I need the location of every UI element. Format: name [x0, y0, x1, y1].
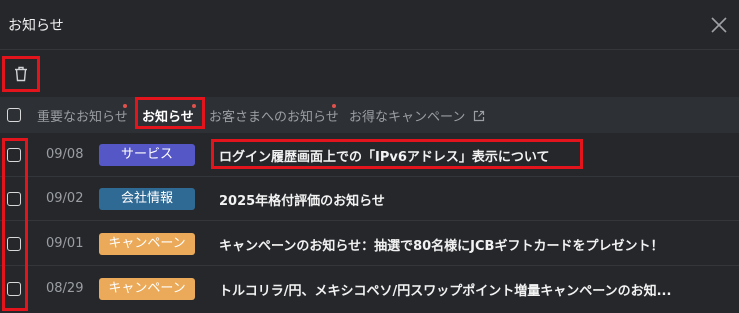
- close-icon: [711, 17, 727, 33]
- checkbox-column-highlight: [2, 138, 28, 311]
- close-button[interactable]: [709, 14, 729, 36]
- category-badge: キャンペーン: [99, 278, 195, 300]
- notice-subject[interactable]: 2025年格付評価のお知らせ: [219, 190, 385, 209]
- page-title: お知らせ: [8, 18, 64, 34]
- notice-date: 09/01: [46, 236, 84, 251]
- notice-subject[interactable]: キャンペーンのお知らせ：抽選で80名様にJCBギフトカードをプレゼント！: [219, 235, 663, 254]
- list-item[interactable]: 09/02 会社情報 2025年格付評価のお知らせ: [0, 177, 739, 221]
- select-all-checkbox[interactable]: [7, 108, 21, 122]
- notice-date: 09/08: [46, 147, 84, 162]
- header: お知らせ: [0, 0, 739, 50]
- trash-icon: [15, 66, 27, 82]
- tab-notices[interactable]: お知らせ: [142, 106, 194, 125]
- list-item[interactable]: 08/29 キャンペーン トルコリラ/円、メキシコペソ/円スワップポイント増量キ…: [0, 267, 739, 311]
- notice-subject[interactable]: トルコリラ/円、メキシコペソ/円スワップポイント増量キャンペーンのお知...: [219, 280, 671, 299]
- category-badge: キャンペーン: [99, 233, 195, 255]
- toolbar: [0, 51, 739, 97]
- list-item[interactable]: 09/01 キャンペーン キャンペーンのお知らせ：抽選で80名様にJCBギフトカ…: [0, 222, 739, 266]
- notice-date: 09/02: [46, 191, 84, 206]
- tab-campaigns[interactable]: お得なキャンペーン: [349, 106, 485, 125]
- tab-important-notices[interactable]: 重要なお知らせ: [37, 106, 128, 125]
- unread-dot: [123, 104, 127, 108]
- delete-button[interactable]: [2, 56, 40, 92]
- category-badge: 会社情報: [99, 188, 195, 210]
- tab-customer-notices[interactable]: お客さまへのお知らせ: [209, 106, 339, 125]
- unread-dot: [192, 104, 196, 108]
- notice-date: 08/29: [46, 281, 84, 296]
- tab-campaigns-label: お得なキャンペーン: [349, 110, 466, 125]
- external-link-icon: [473, 110, 484, 122]
- category-badge: サービス: [99, 144, 195, 166]
- unread-dot: [332, 104, 336, 108]
- subject-highlight: [211, 139, 583, 169]
- tab-bar: 重要なお知らせ お知らせ お客さまへのお知らせ お得なキャンペーン: [0, 97, 739, 133]
